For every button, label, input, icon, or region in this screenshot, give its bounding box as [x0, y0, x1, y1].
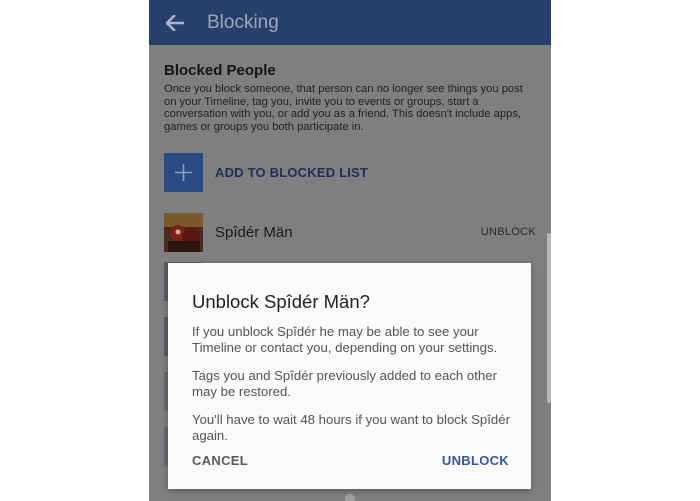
add-to-blocked-list-label: ADD TO BLOCKED LIST [215, 165, 369, 180]
dialog-paragraph: Tags you and Spîdér previously added to … [192, 368, 497, 399]
add-button-square[interactable] [164, 153, 203, 192]
back-button[interactable] [153, 0, 197, 45]
section-description: Once you block someone, that person can … [164, 83, 523, 133]
section-title: Blocked People [164, 62, 276, 79]
side-edge-handle[interactable] [547, 233, 551, 403]
blocked-person-name: Spîdér Män [215, 223, 293, 241]
add-to-blocked-list-button[interactable]: ADD TO BLOCKED LIST [164, 153, 368, 192]
dialog-title: Unblock Spîdér Män? [192, 291, 370, 312]
dialog-paragraph: You'll have to wait 48 hours if you want… [192, 412, 510, 443]
arrow-left-icon [166, 14, 184, 31]
bottom-indicator [345, 494, 355, 501]
cancel-button[interactable]: CANCEL [192, 453, 248, 468]
dialog-paragraph: If you unblock Spîdér he may be able to … [192, 324, 498, 355]
plus-icon [175, 164, 192, 181]
page-title: Blocking [207, 11, 279, 33]
unblock-link[interactable]: UNBLOCK [481, 226, 536, 238]
unblock-dialog: Unblock Spîdér Män? If you unblock Spîdé… [168, 263, 531, 489]
avatar [164, 212, 203, 252]
blocked-list-item: Spîdér Män UNBLOCK [164, 212, 536, 252]
unblock-button[interactable]: UNBLOCK [442, 453, 509, 468]
app-bar: Blocking [149, 0, 551, 45]
